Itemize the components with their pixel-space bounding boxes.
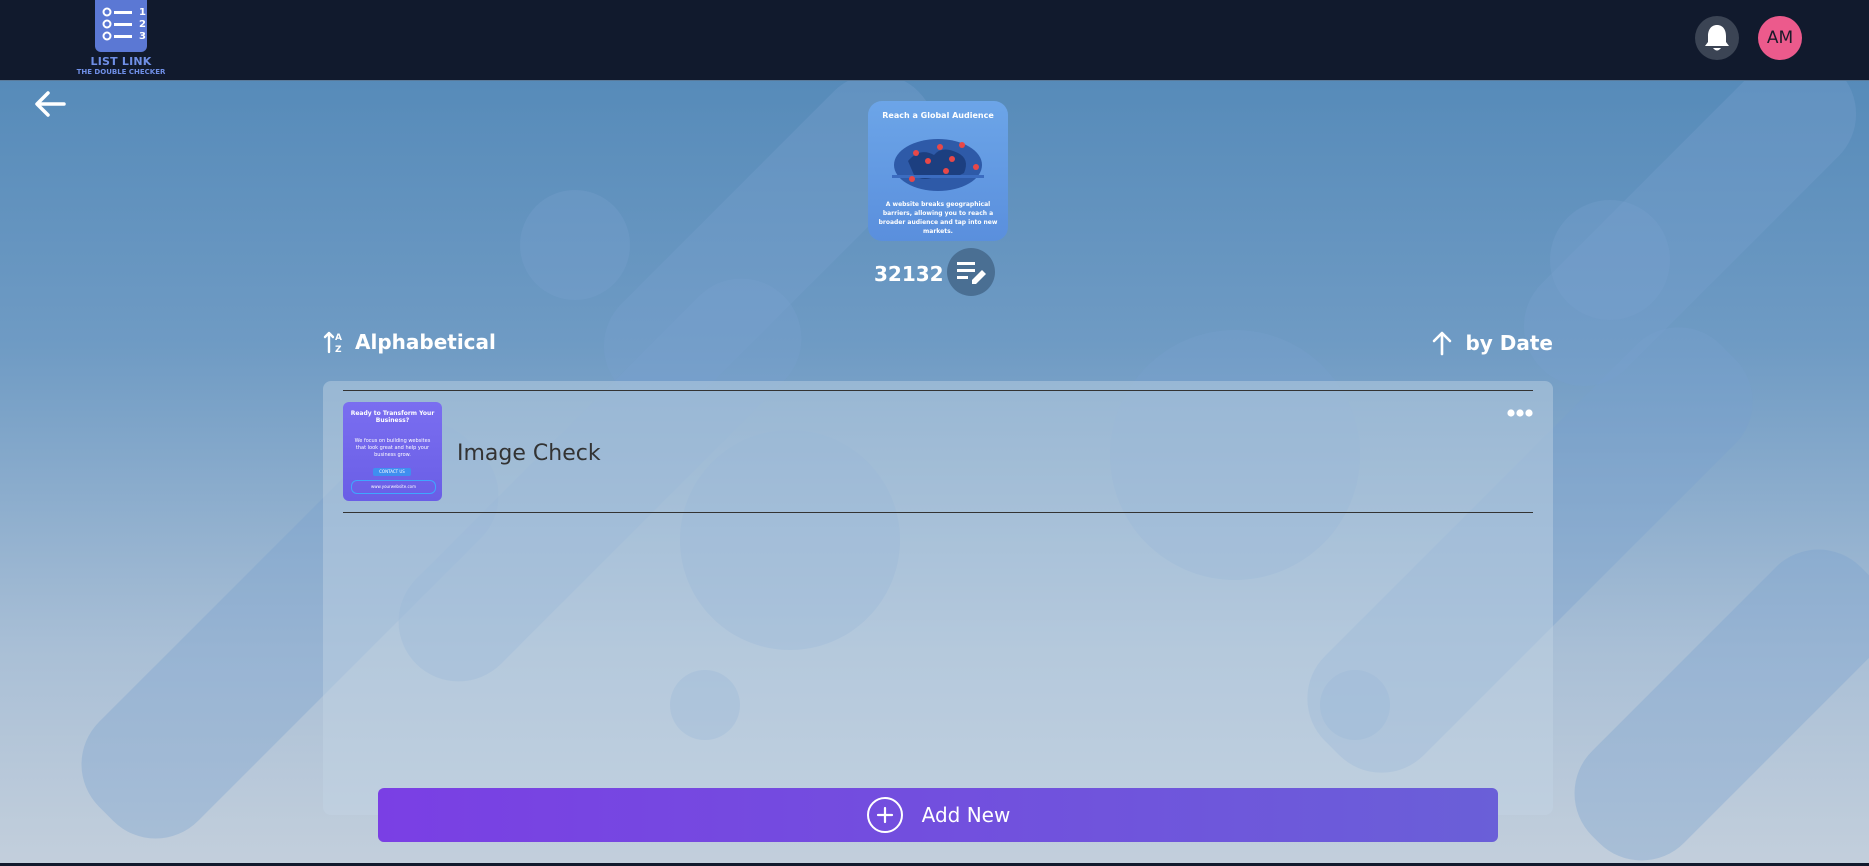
add-new-label: Add New bbox=[921, 803, 1011, 827]
back-button[interactable] bbox=[32, 88, 68, 120]
thumb-link: www.yourwebsite.com bbox=[351, 480, 436, 494]
bell-icon bbox=[1705, 25, 1729, 51]
sort-by-date-button[interactable]: by Date bbox=[1431, 330, 1553, 356]
thumb-text: We focus on building websites that look … bbox=[354, 438, 431, 458]
svg-text:Z: Z bbox=[335, 345, 342, 354]
sort-by-date-label: by Date bbox=[1465, 331, 1553, 355]
row-divider-top bbox=[343, 390, 1533, 391]
sort-alphabetical-button[interactable]: A Z Alphabetical bbox=[323, 330, 496, 354]
edit-list-button[interactable] bbox=[947, 248, 995, 296]
sort-alpha-icon: A Z bbox=[323, 331, 342, 354]
logo-list-icon: 1 2 3 bbox=[95, 0, 147, 52]
logo-number-3: 3 bbox=[139, 31, 146, 42]
logo-title: LIST LINK bbox=[90, 55, 152, 68]
plus-circle-icon bbox=[866, 797, 903, 833]
app-logo[interactable]: 1 2 3 LIST LINK THE DOUBLE CHECKER bbox=[72, 0, 170, 78]
logo-number-1: 1 bbox=[139, 7, 146, 18]
notifications-button[interactable] bbox=[1695, 16, 1739, 60]
more-horizontal-icon bbox=[1507, 409, 1533, 417]
item-thumbnail[interactable]: Ready to Transform Your Business? We foc… bbox=[343, 402, 442, 501]
user-avatar[interactable]: AM bbox=[1758, 16, 1802, 60]
add-new-button[interactable]: Add New bbox=[378, 788, 1498, 842]
list-cover-image: Reach a Global Audience A website breaks… bbox=[868, 101, 1008, 241]
arrow-up-icon bbox=[1433, 331, 1452, 356]
row-divider-bottom bbox=[343, 512, 1533, 513]
logo-subtitle: THE DOUBLE CHECKER bbox=[76, 68, 166, 76]
thumb-button: CONTACT US bbox=[373, 468, 411, 476]
edit-list-icon bbox=[957, 262, 986, 284]
cover-title: Reach a Global Audience bbox=[882, 111, 994, 120]
cover-description: A website breaks geographical barriers, … bbox=[878, 201, 998, 235]
arrow-left-icon bbox=[35, 91, 66, 117]
item-name[interactable]: Image Check bbox=[457, 441, 601, 466]
list-items-panel: Ready to Transform Your Business? We foc… bbox=[323, 381, 1553, 815]
svg-text:A: A bbox=[335, 333, 342, 343]
logo-number-2: 2 bbox=[139, 19, 146, 30]
thumb-title: Ready to Transform Your Business? bbox=[350, 410, 435, 424]
top-bar: 1 2 3 LIST LINK THE DOUBLE CHECKER AM bbox=[0, 0, 1869, 81]
globe-map-icon bbox=[892, 139, 984, 191]
avatar-initials: AM bbox=[1766, 28, 1794, 48]
list-title: 32132 bbox=[874, 262, 944, 286]
sort-alphabetical-label: Alphabetical bbox=[355, 330, 496, 354]
item-menu-button[interactable] bbox=[1507, 403, 1533, 422]
